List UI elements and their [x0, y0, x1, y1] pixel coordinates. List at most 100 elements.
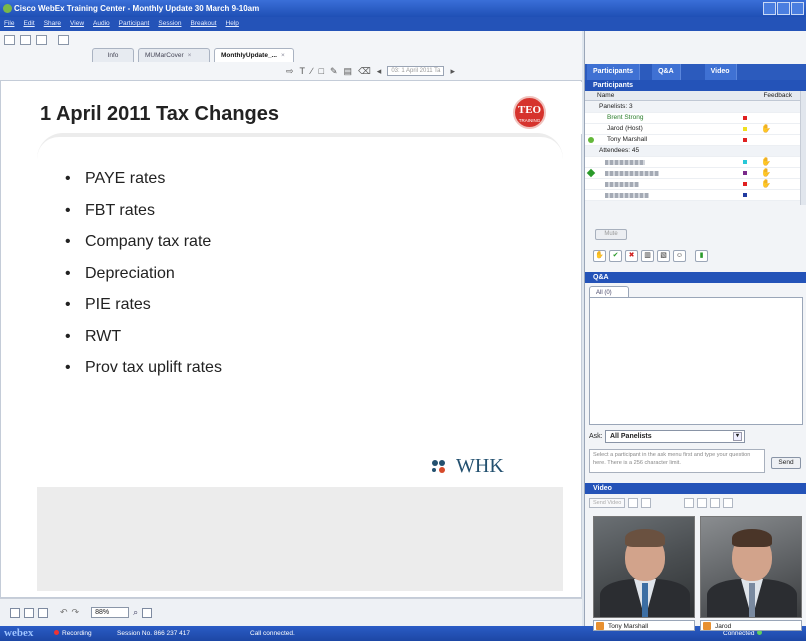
attendee-name-blurred [605, 182, 639, 187]
video-grid-icon[interactable] [697, 498, 708, 508]
yes-check-icon[interactable]: ✔ [609, 250, 622, 262]
text-tool-icon[interactable]: T [300, 66, 306, 76]
close-button[interactable] [791, 2, 804, 15]
participant-name: Tony Marshall [607, 136, 648, 143]
status-marker [743, 193, 747, 197]
video-camera-icon [703, 622, 711, 630]
video-name-text: Tony Marshall [608, 623, 649, 630]
full-view-icon[interactable] [24, 607, 34, 618]
menu-file[interactable]: File [4, 17, 14, 31]
attendee-row[interactable]: ✋ [585, 157, 800, 168]
share-icon[interactable] [58, 35, 69, 45]
tab-info[interactable]: Info [92, 48, 134, 62]
attendee-row[interactable]: ✋ [585, 168, 800, 179]
menu-participant[interactable]: Participant [119, 17, 150, 31]
menu-share[interactable]: Share [44, 17, 61, 31]
eraser-tool-icon[interactable]: ⌫ [358, 66, 371, 77]
rectangle-tool-icon[interactable]: □ [319, 66, 324, 76]
raise-hand-icon: ✋ [761, 124, 771, 133]
rotate-left-icon[interactable]: ↶ [60, 607, 68, 618]
window-title: Cisco WebEx Training Center - Monthly Up… [14, 4, 260, 13]
tab-qa[interactable]: Q&A [652, 64, 681, 80]
line-tool-icon[interactable]: ∕ [311, 66, 313, 76]
menu-session[interactable]: Session [158, 17, 181, 31]
video-fullscreen-icon[interactable] [710, 498, 721, 508]
column-feedback[interactable]: Feedback [763, 91, 792, 101]
highlighter-tool-icon[interactable]: ▤ [344, 66, 353, 77]
tab-mumarcover[interactable]: MUMarCover × [138, 48, 210, 62]
video-feed-jarod[interactable] [700, 516, 802, 618]
participant-row[interactable]: Jarod (Host) ✋ [585, 124, 800, 135]
pen-tool-icon[interactable]: ✎ [330, 66, 338, 77]
participants-scrollbar[interactable] [800, 91, 806, 205]
column-name[interactable]: Name [597, 92, 614, 99]
rotate-right-icon[interactable]: ↷ [72, 607, 80, 618]
panel-title: Participants [593, 82, 634, 89]
maximize-button[interactable] [777, 2, 790, 15]
menu-breakout[interactable]: Breakout [191, 17, 217, 31]
participants-grid-header: Name Feedback [585, 91, 800, 101]
zoom-select[interactable]: 88% [91, 607, 130, 618]
participants-panel-header[interactable]: Participants [585, 80, 806, 91]
video-layout-icon[interactable] [684, 498, 695, 508]
attendee-name-blurred [605, 160, 645, 165]
participant-row[interactable]: Tony Marshall [585, 135, 800, 146]
presenter-icon [588, 137, 594, 143]
video-panel-header[interactable]: Video [585, 483, 806, 494]
video-settings-icon[interactable] [723, 498, 734, 508]
close-tab-icon[interactable]: × [188, 52, 192, 59]
video-options-icon[interactable] [641, 498, 652, 508]
emoticon-icon[interactable]: ☺ [673, 250, 686, 262]
new-whiteboard-icon[interactable] [4, 35, 15, 45]
send-button[interactable]: Send [771, 457, 801, 469]
qa-question-input[interactable]: Select a participant in the ask menu fir… [589, 449, 765, 473]
panel-tab-bar: Participants Q&A Video [585, 64, 806, 80]
panelists-group[interactable]: Panelists: 3 [585, 102, 800, 113]
menu-audio[interactable]: Audio [93, 17, 110, 31]
slow-down-icon[interactable]: ▥ [641, 250, 654, 262]
qa-panel-header[interactable]: Q&A [585, 272, 806, 283]
bullet-item: PAYE rates [65, 163, 222, 195]
menu-help[interactable]: Help [226, 17, 239, 31]
zoom-icon[interactable]: ⌕ [133, 607, 138, 618]
raise-hand-icon[interactable]: ✋ [593, 250, 606, 262]
attendees-group[interactable]: Attendees: 45 [585, 146, 800, 157]
menu-edit[interactable]: Edit [23, 17, 34, 31]
tab-video[interactable]: Video [704, 64, 737, 80]
prev-page-icon[interactable]: ◂ [377, 66, 382, 77]
video-feed-tony[interactable] [593, 516, 695, 618]
send-video-button[interactable]: Send Video [589, 498, 626, 508]
status-marker [743, 138, 747, 142]
slide-viewer: 1 April 2011 Tax Changes TEO TRAINING PA… [0, 80, 582, 598]
speed-up-icon[interactable]: ▧ [657, 250, 670, 262]
sync-view-icon[interactable] [142, 607, 153, 618]
participant-name: Jarod (Host) [607, 125, 643, 132]
recording-dot-icon [54, 630, 59, 635]
teo-training-logo: TEO TRAINING [513, 96, 546, 129]
attendee-row[interactable] [585, 190, 800, 201]
tab-monthlyupdate[interactable]: MonthlyUpdate_... × [214, 48, 294, 62]
ask-select[interactable]: All Panelists ▾ [605, 430, 745, 443]
menu-view[interactable]: View [70, 17, 84, 31]
close-tab-icon[interactable]: × [281, 52, 285, 59]
thumbnail-view-icon[interactable] [10, 607, 20, 618]
open-doc-icon[interactable] [20, 35, 31, 45]
menu-bar: File Edit Share View Audio Participant S… [0, 17, 806, 31]
no-x-icon[interactable]: ✖ [625, 250, 638, 262]
save-doc-icon[interactable] [36, 35, 47, 45]
next-page-icon[interactable]: ▸ [450, 66, 455, 77]
tab-label: MUMarCover [145, 52, 184, 59]
attendee-row[interactable]: ✋ [585, 179, 800, 190]
split-view-icon[interactable] [38, 607, 48, 618]
attendee-name-blurred [605, 193, 649, 198]
poll-chart-icon[interactable]: ▮ [695, 250, 708, 262]
status-marker [743, 171, 747, 175]
minimize-button[interactable] [763, 2, 776, 15]
status-marker [743, 160, 747, 164]
pointer-tool-icon[interactable]: ⇨ [286, 66, 294, 77]
page-selector[interactable]: 03: 1 April 2011 Ta [387, 66, 445, 76]
mute-button[interactable]: Mute [595, 229, 627, 240]
tab-participants[interactable]: Participants [587, 64, 641, 80]
participant-row[interactable]: Brent Strong [585, 113, 800, 124]
video-pause-icon[interactable] [628, 498, 639, 508]
